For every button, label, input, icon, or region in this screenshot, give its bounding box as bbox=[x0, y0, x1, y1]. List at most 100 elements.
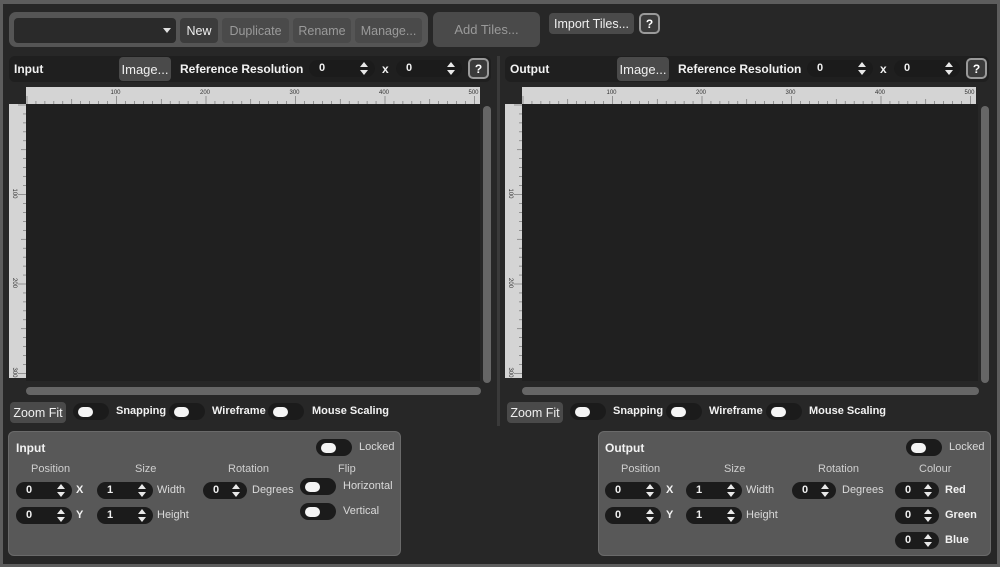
spinner-arrows-icon bbox=[646, 483, 654, 498]
output-panel-title: Output bbox=[605, 441, 645, 455]
input-view-title: Input bbox=[14, 62, 44, 76]
ruler-label: 100 bbox=[507, 189, 513, 200]
input-height-label: Height bbox=[157, 509, 189, 521]
input-help-button[interactable]: ? bbox=[468, 58, 489, 79]
output-size-label: Size bbox=[724, 463, 746, 475]
input-locked-toggle[interactable] bbox=[316, 439, 352, 456]
input-vertical-ruler: 100 200 300 bbox=[9, 104, 26, 378]
input-pos-x-value: 0 bbox=[26, 484, 33, 496]
input-locked-label: Locked bbox=[359, 441, 395, 453]
input-width-spinner[interactable]: 1 bbox=[97, 482, 153, 499]
input-height-spinner[interactable]: 1 bbox=[97, 507, 153, 524]
spinner-arrows-icon bbox=[727, 483, 735, 498]
ruler-label: 100 bbox=[111, 90, 122, 96]
output-res-x-sep: x bbox=[880, 62, 887, 76]
input-rotation-spinner[interactable]: 0 bbox=[203, 482, 247, 499]
input-flip-label: Flip bbox=[338, 463, 356, 475]
input-res-y-value: 0 bbox=[406, 62, 413, 74]
output-ref-res-label: Reference Resolution bbox=[678, 62, 802, 76]
output-blue-spinner[interactable]: 0 bbox=[895, 532, 939, 549]
output-width-spinner[interactable]: 1 bbox=[686, 482, 742, 499]
input-res-y-spinner[interactable]: 0 bbox=[396, 60, 462, 77]
ruler-label: 100 bbox=[607, 90, 618, 96]
input-wireframe-toggle[interactable] bbox=[169, 403, 205, 420]
spinner-arrows-icon bbox=[924, 483, 932, 498]
spinner-arrows-icon bbox=[447, 61, 455, 76]
spinner-arrows-icon bbox=[858, 61, 866, 76]
output-green-label: Green bbox=[945, 509, 977, 521]
ruler-label: 200 bbox=[11, 278, 17, 289]
output-res-y-spinner[interactable]: 0 bbox=[894, 60, 960, 77]
input-mouse-scaling-label: Mouse Scaling bbox=[312, 405, 390, 417]
output-green-spinner[interactable]: 0 bbox=[895, 507, 939, 524]
output-res-x-value: 0 bbox=[817, 62, 824, 74]
spinner-arrows-icon bbox=[945, 61, 953, 76]
duplicate-button[interactable]: Duplicate bbox=[222, 18, 289, 43]
manage-button[interactable]: Manage... bbox=[355, 18, 422, 43]
output-mouse-scaling-toggle[interactable] bbox=[766, 403, 802, 420]
output-red-spinner[interactable]: 0 bbox=[895, 482, 939, 499]
spinner-arrows-icon bbox=[138, 483, 146, 498]
output-pos-y-value: 0 bbox=[615, 509, 622, 521]
input-zoom-fit-button[interactable]: Zoom Fit bbox=[10, 402, 66, 423]
output-horizontal-scrollbar[interactable] bbox=[522, 387, 979, 395]
ruler-label: 200 bbox=[200, 90, 211, 96]
input-image-button[interactable]: Image... bbox=[119, 57, 171, 81]
output-canvas[interactable] bbox=[522, 104, 978, 381]
input-wireframe-label: Wireframe bbox=[212, 405, 266, 417]
output-help-button[interactable]: ? bbox=[966, 58, 987, 79]
view-divider bbox=[497, 56, 500, 426]
output-res-x-spinner[interactable]: 0 bbox=[807, 60, 873, 77]
input-pos-x-spinner[interactable]: 0 bbox=[16, 482, 72, 499]
output-colour-label: Colour bbox=[919, 463, 952, 475]
spinner-arrows-icon bbox=[360, 61, 368, 76]
ruler-label: 500 bbox=[965, 90, 976, 96]
input-pos-x-label: X bbox=[76, 484, 84, 496]
spinner-arrows-icon bbox=[924, 533, 932, 548]
add-tiles-button[interactable]: Add Tiles... bbox=[433, 12, 540, 47]
output-rotation-spinner[interactable]: 0 bbox=[792, 482, 836, 499]
ruler-label: 500 bbox=[469, 90, 480, 96]
output-green-value: 0 bbox=[905, 509, 912, 521]
new-button[interactable]: New bbox=[180, 18, 218, 43]
input-pos-y-spinner[interactable]: 0 bbox=[16, 507, 72, 524]
output-zoom-fit-button[interactable]: Zoom Fit bbox=[507, 402, 563, 423]
output-blue-value: 0 bbox=[905, 534, 912, 546]
spinner-arrows-icon bbox=[232, 483, 240, 498]
input-res-x-spinner[interactable]: 0 bbox=[309, 60, 375, 77]
ruler-label: 200 bbox=[696, 90, 707, 96]
output-pos-x-label: X bbox=[666, 484, 674, 496]
spinner-arrows-icon bbox=[924, 508, 932, 523]
preset-select[interactable] bbox=[14, 18, 176, 43]
output-wireframe-toggle[interactable] bbox=[666, 403, 702, 420]
input-mouse-scaling-toggle[interactable] bbox=[268, 403, 304, 420]
output-height-spinner[interactable]: 1 bbox=[686, 507, 742, 524]
input-vertical-scrollbar[interactable] bbox=[483, 106, 491, 383]
output-pos-y-spinner[interactable]: 0 bbox=[605, 507, 661, 524]
output-pos-x-spinner[interactable]: 0 bbox=[605, 482, 661, 499]
ruler-label: 300 bbox=[786, 90, 797, 96]
spinner-arrows-icon bbox=[57, 483, 65, 498]
input-canvas[interactable] bbox=[26, 104, 480, 381]
output-locked-toggle[interactable] bbox=[906, 439, 942, 456]
output-rotation-label: Rotation bbox=[818, 463, 859, 475]
output-image-button[interactable]: Image... bbox=[617, 57, 669, 81]
input-flip-horizontal-toggle[interactable] bbox=[300, 478, 336, 495]
rename-button[interactable]: Rename bbox=[293, 18, 351, 43]
output-snapping-label: Snapping bbox=[613, 405, 664, 417]
spinner-arrows-icon bbox=[57, 508, 65, 523]
output-degrees-label: Degrees bbox=[842, 484, 884, 496]
output-snapping-toggle[interactable] bbox=[570, 403, 606, 420]
input-flip-vertical-label: Vertical bbox=[343, 505, 380, 517]
output-horizontal-ruler: 100 200 300 400 500 bbox=[522, 87, 976, 104]
import-tiles-button[interactable]: Import Tiles... bbox=[549, 13, 634, 34]
input-ref-res-label: Reference Resolution bbox=[180, 62, 304, 76]
input-horizontal-scrollbar[interactable] bbox=[26, 387, 481, 395]
ruler-label: 100 bbox=[11, 189, 17, 200]
output-vertical-scrollbar[interactable] bbox=[981, 106, 989, 383]
input-pos-y-label: Y bbox=[76, 509, 84, 521]
input-flip-vertical-toggle[interactable] bbox=[300, 503, 336, 520]
input-degrees-label: Degrees bbox=[252, 484, 294, 496]
input-snapping-toggle[interactable] bbox=[73, 403, 109, 420]
toolbar-help-button[interactable]: ? bbox=[639, 13, 660, 34]
